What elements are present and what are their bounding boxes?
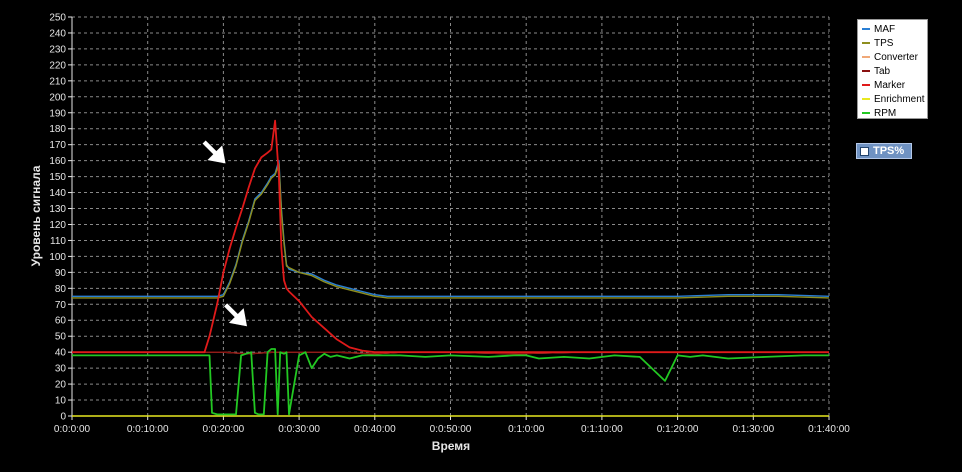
tps-percent-button[interactable]: TPS% bbox=[856, 143, 912, 159]
x-tick-label: 0:0:40:00 bbox=[354, 424, 396, 435]
y-tick-label: 110 bbox=[50, 236, 66, 247]
x-tick-label: 0:1:0:00 bbox=[508, 424, 545, 435]
x-tick-label: 0:1:30:00 bbox=[732, 424, 774, 435]
y-tick-label: 50 bbox=[55, 332, 67, 343]
legend-swatch bbox=[862, 84, 870, 86]
x-tick-label: 0:0:50:00 bbox=[430, 424, 472, 435]
legend-item: Enrichment bbox=[862, 93, 925, 105]
y-axis-title: Уровень сигнала bbox=[29, 165, 43, 266]
legend-item: MAF bbox=[862, 23, 895, 35]
y-tick-label: 20 bbox=[55, 380, 67, 391]
y-tick-label: 100 bbox=[49, 252, 66, 263]
legend-label: Converter bbox=[874, 51, 918, 63]
legend-label: Marker bbox=[874, 79, 906, 91]
legend-swatch bbox=[862, 56, 870, 58]
x-tick-label: 0:0:20:00 bbox=[203, 424, 245, 435]
y-tick-label: 230 bbox=[49, 44, 66, 55]
y-tick-label: 220 bbox=[49, 60, 66, 71]
x-tick-label: 0:0:30:00 bbox=[278, 424, 320, 435]
y-tick-label: 130 bbox=[49, 204, 66, 215]
legend-label: MAF bbox=[874, 23, 896, 35]
legend-item: Converter bbox=[862, 51, 918, 63]
y-tick-label: 180 bbox=[49, 124, 66, 135]
y-tick-label: 40 bbox=[55, 348, 67, 359]
legend: MAF TPS Converter Tab Marker Enrichment RPM bbox=[857, 19, 928, 119]
tps-percent-label: TPS% bbox=[873, 145, 905, 157]
y-tick-label: 30 bbox=[55, 364, 67, 375]
y-tick-label: 190 bbox=[49, 108, 66, 119]
y-tick-label: 250 bbox=[49, 13, 66, 24]
legend-swatch bbox=[862, 98, 870, 100]
annotation-arrow bbox=[201, 139, 227, 165]
line-chart: 0 10 20 30 40 50 60 70 80 90 100 110 120 130 140 150 160… bbox=[29, 13, 850, 454]
x-tick-label: 0:0:10:00 bbox=[127, 424, 169, 435]
y-tick-label: 200 bbox=[49, 92, 66, 103]
y-tick-label: 90 bbox=[55, 268, 67, 279]
y-tick-label: 210 bbox=[49, 76, 66, 87]
y-tick-label: 240 bbox=[49, 28, 66, 39]
series-line-rpm bbox=[72, 348, 829, 416]
x-tick-label: 0:0:0:00 bbox=[54, 424, 91, 435]
legend-item: Marker bbox=[862, 79, 905, 91]
y-tick-label: 170 bbox=[49, 140, 66, 151]
legend-swatch bbox=[862, 42, 870, 44]
chart-area: 0 10 20 30 40 50 60 70 80 90 100 110 120 130 140 150 160… bbox=[0, 0, 962, 467]
legend-item: RPM bbox=[862, 107, 896, 119]
legend-label: TPS bbox=[874, 37, 894, 49]
x-tick-label: 0:1:40:00 bbox=[808, 424, 850, 435]
y-tick-label: 0 bbox=[60, 412, 66, 423]
legend-swatch bbox=[862, 112, 870, 114]
y-tick-label: 10 bbox=[55, 396, 67, 407]
y-tick-label: 70 bbox=[55, 300, 67, 311]
x-tick-label: 0:1:20:00 bbox=[657, 424, 699, 435]
legend-label: Tab bbox=[874, 65, 891, 77]
legend-label: Enrichment bbox=[874, 93, 925, 105]
y-tick-label: 150 bbox=[49, 172, 66, 183]
legend-label: RPM bbox=[874, 107, 897, 119]
y-tick-label: 140 bbox=[49, 188, 66, 199]
x-tick-label: 0:1:10:00 bbox=[581, 424, 623, 435]
axis-layer: 0 10 20 30 40 50 60 70 80 90 100 110 120 130 140 150 160… bbox=[49, 13, 850, 436]
y-tick-label: 120 bbox=[49, 220, 66, 231]
legend-swatch bbox=[862, 28, 870, 30]
checkbox-icon bbox=[860, 146, 869, 156]
y-tick-label: 160 bbox=[49, 156, 66, 167]
legend-item: Tab bbox=[862, 65, 890, 77]
y-tick-label: 80 bbox=[55, 284, 67, 295]
legend-swatch bbox=[862, 70, 870, 72]
annotation-arrow bbox=[223, 302, 248, 327]
y-tick-label: 60 bbox=[55, 316, 67, 327]
x-axis-title: Время bbox=[432, 439, 470, 453]
legend-item: TPS bbox=[862, 37, 893, 49]
